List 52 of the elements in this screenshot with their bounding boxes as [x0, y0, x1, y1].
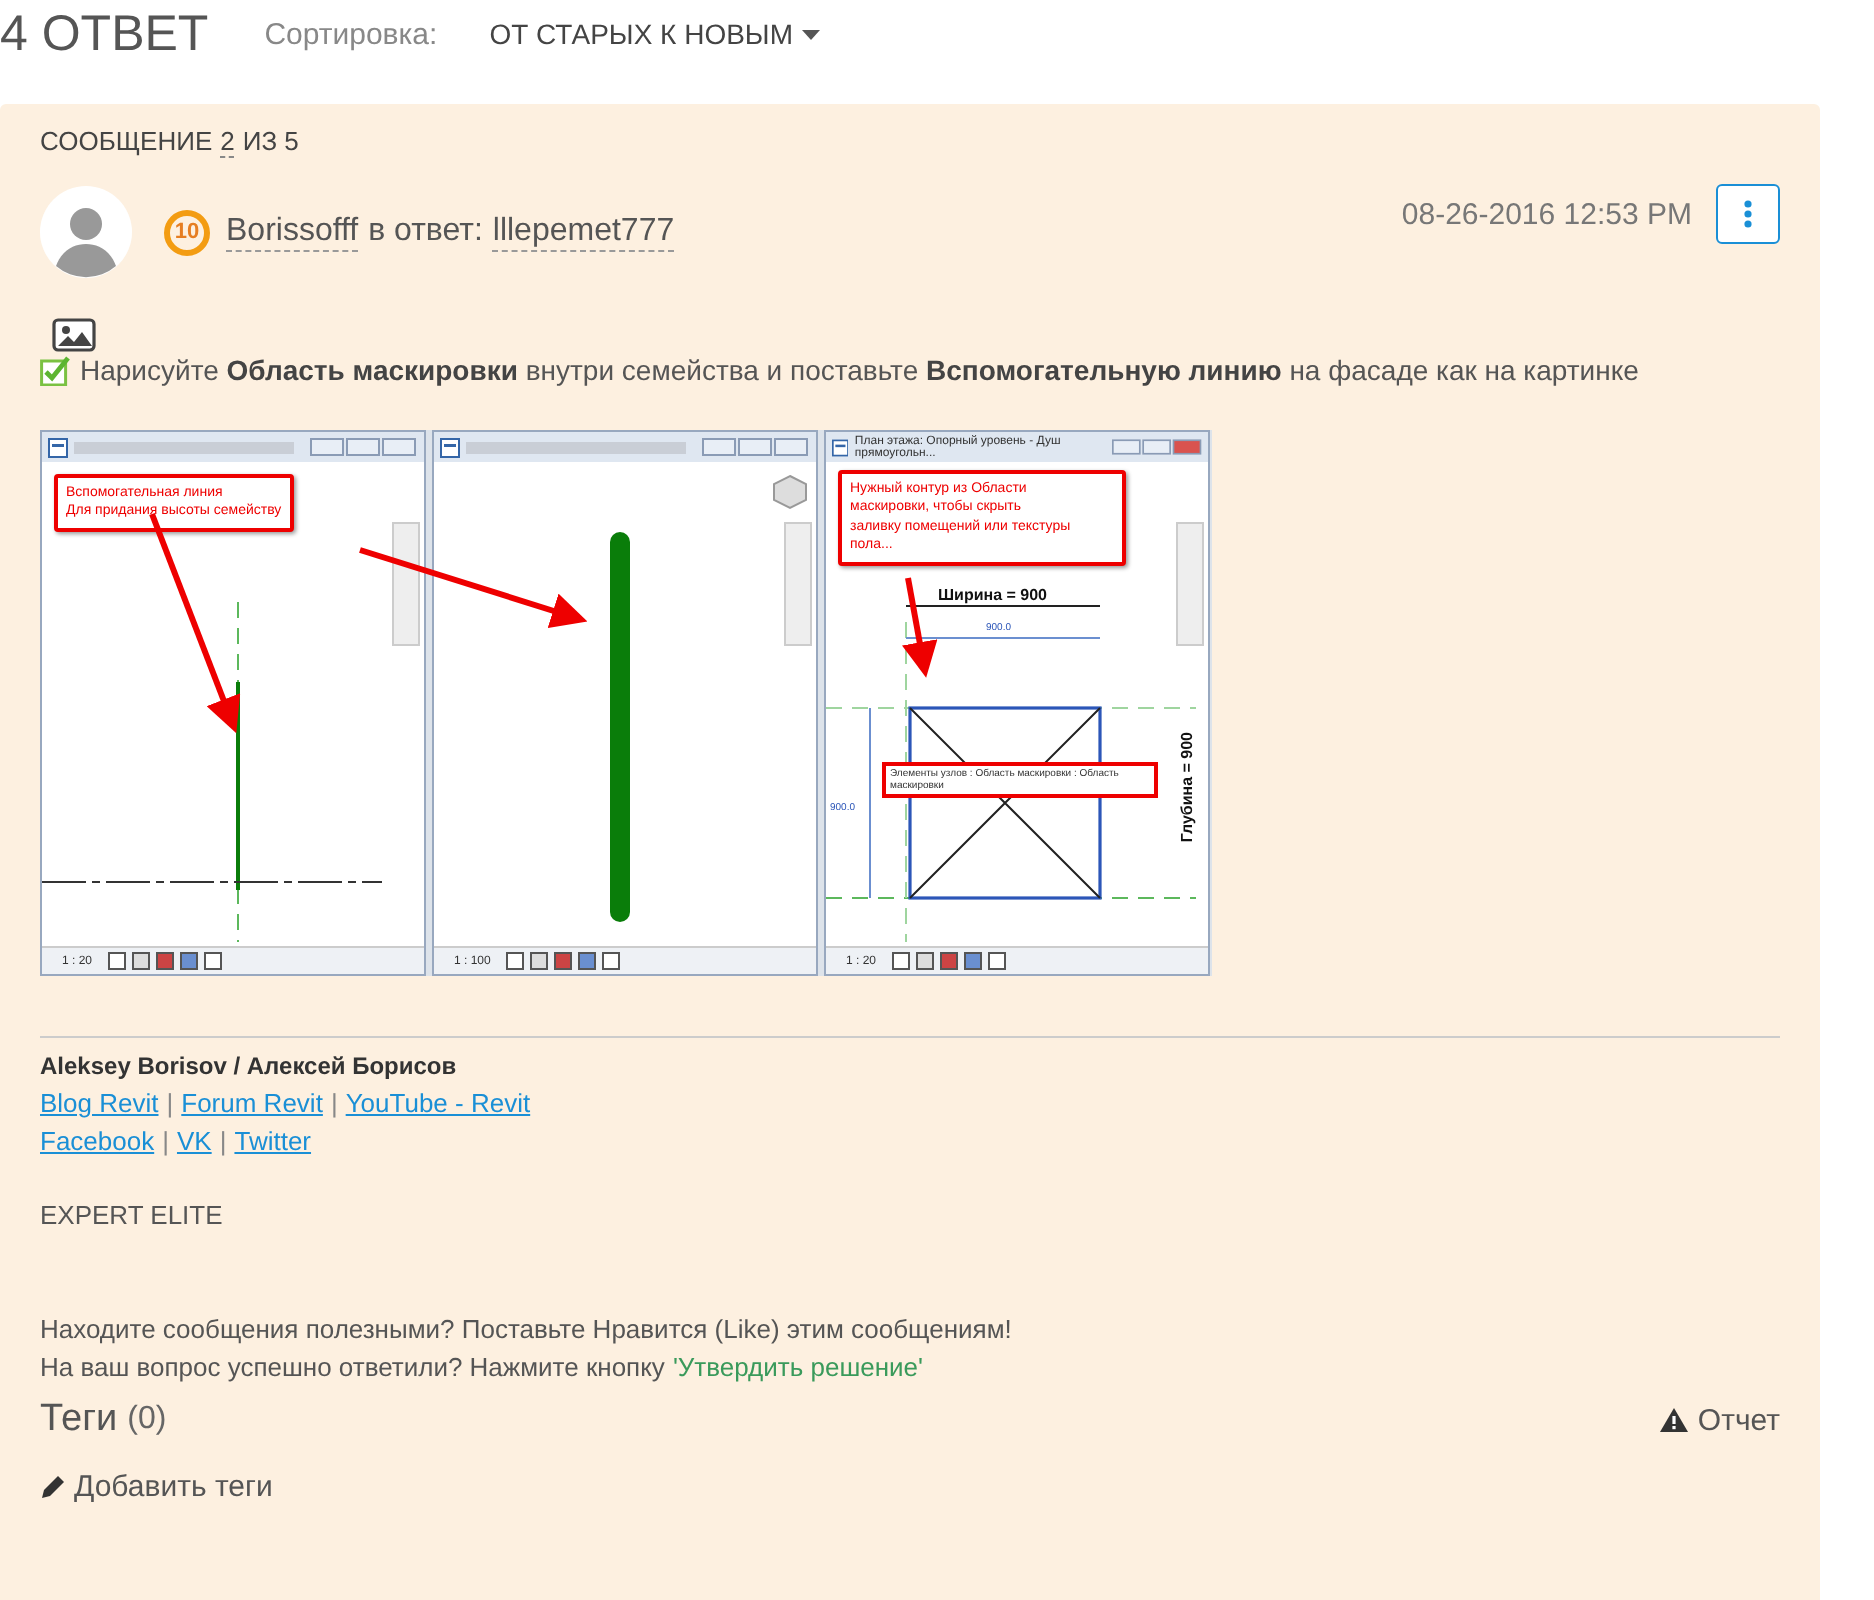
message-number-link[interactable]: 2 — [220, 126, 235, 158]
options-menu-button[interactable] — [1716, 184, 1780, 244]
message-total-label: ИЗ 5 — [242, 126, 299, 158]
reply-to-link[interactable]: lllepemet777 — [492, 213, 675, 251]
add-tags-link[interactable]: Добавить теги — [40, 1470, 273, 1504]
rank-badge: 10 — [164, 209, 210, 255]
post-text: Нарисуйте Область маскировки внутри семейства и поставьте Вспомогательную линию на фасаде как на картинке — [80, 354, 1639, 386]
reply-to-label: в ответ: — [368, 214, 483, 250]
link-separator: | — [162, 1126, 169, 1156]
post-date: 08-26-2016 12:53 PM — [1401, 197, 1692, 231]
answer-count-title: 4 ОТВЕТ — [0, 5, 209, 63]
warning-icon — [1659, 1408, 1688, 1432]
document-icon — [832, 437, 849, 457]
image-icon — [52, 318, 96, 352]
rank-title: EXPERT ELITE — [40, 1200, 225, 1230]
author-link[interactable]: Borissofff — [226, 213, 359, 251]
signature-link[interactable]: YouTube - Revit — [345, 1088, 531, 1118]
report-link[interactable]: Отчет — [1659, 1403, 1780, 1437]
sort-label: Сортировка: — [264, 17, 438, 51]
signature-link[interactable]: Facebook — [40, 1126, 155, 1156]
accept-solution-link[interactable]: 'Утвердить решение' — [672, 1352, 924, 1382]
tags-heading: Теги — [40, 1398, 118, 1442]
link-separator: | — [330, 1088, 338, 1118]
note-text: Находите сообщения полезными? Поставьте Нравится (Like) этим сообщениям! — [40, 1314, 1014, 1344]
navigation-bar — [1176, 522, 1204, 646]
pencil-icon — [40, 1474, 66, 1500]
tags-count: (0) — [127, 1402, 167, 1438]
link-separator: | — [219, 1126, 227, 1156]
link-separator: | — [166, 1088, 174, 1118]
signature-link[interactable]: Twitter — [234, 1126, 312, 1156]
document-icon — [48, 437, 68, 457]
window-controls-icon — [310, 438, 418, 456]
note-text: На ваш вопрос успешно ответили? Нажмите кнопку — [40, 1352, 665, 1382]
window-controls-icon — [1111, 438, 1202, 456]
more-icon — [1744, 200, 1752, 228]
avatar-icon — [40, 186, 132, 278]
signature-name: Aleksey Borisov / Алексей Борисов — [40, 1052, 459, 1080]
dimension-label: Ширина = 900 — [938, 586, 1048, 604]
signature-link[interactable]: Forum Revit — [181, 1088, 323, 1118]
sort-dropdown[interactable]: ОТ СТАРЫХ К НОВЫМ — [489, 18, 819, 50]
signature-link[interactable]: Blog Revit — [40, 1088, 159, 1118]
navigation-bar — [784, 522, 812, 646]
window-controls-icon — [702, 438, 810, 456]
caret-icon — [801, 29, 819, 39]
checkmark-icon — [40, 355, 72, 385]
navigation-bar — [392, 522, 420, 646]
document-icon — [440, 437, 460, 457]
view-cube-icon — [772, 474, 808, 510]
dimension-label: Глубина = 900 — [1178, 732, 1196, 843]
signature-link[interactable]: VK — [176, 1126, 212, 1156]
arrow — [902, 577, 938, 678]
message-position-label: СООБЩЕНИЕ — [40, 126, 213, 158]
